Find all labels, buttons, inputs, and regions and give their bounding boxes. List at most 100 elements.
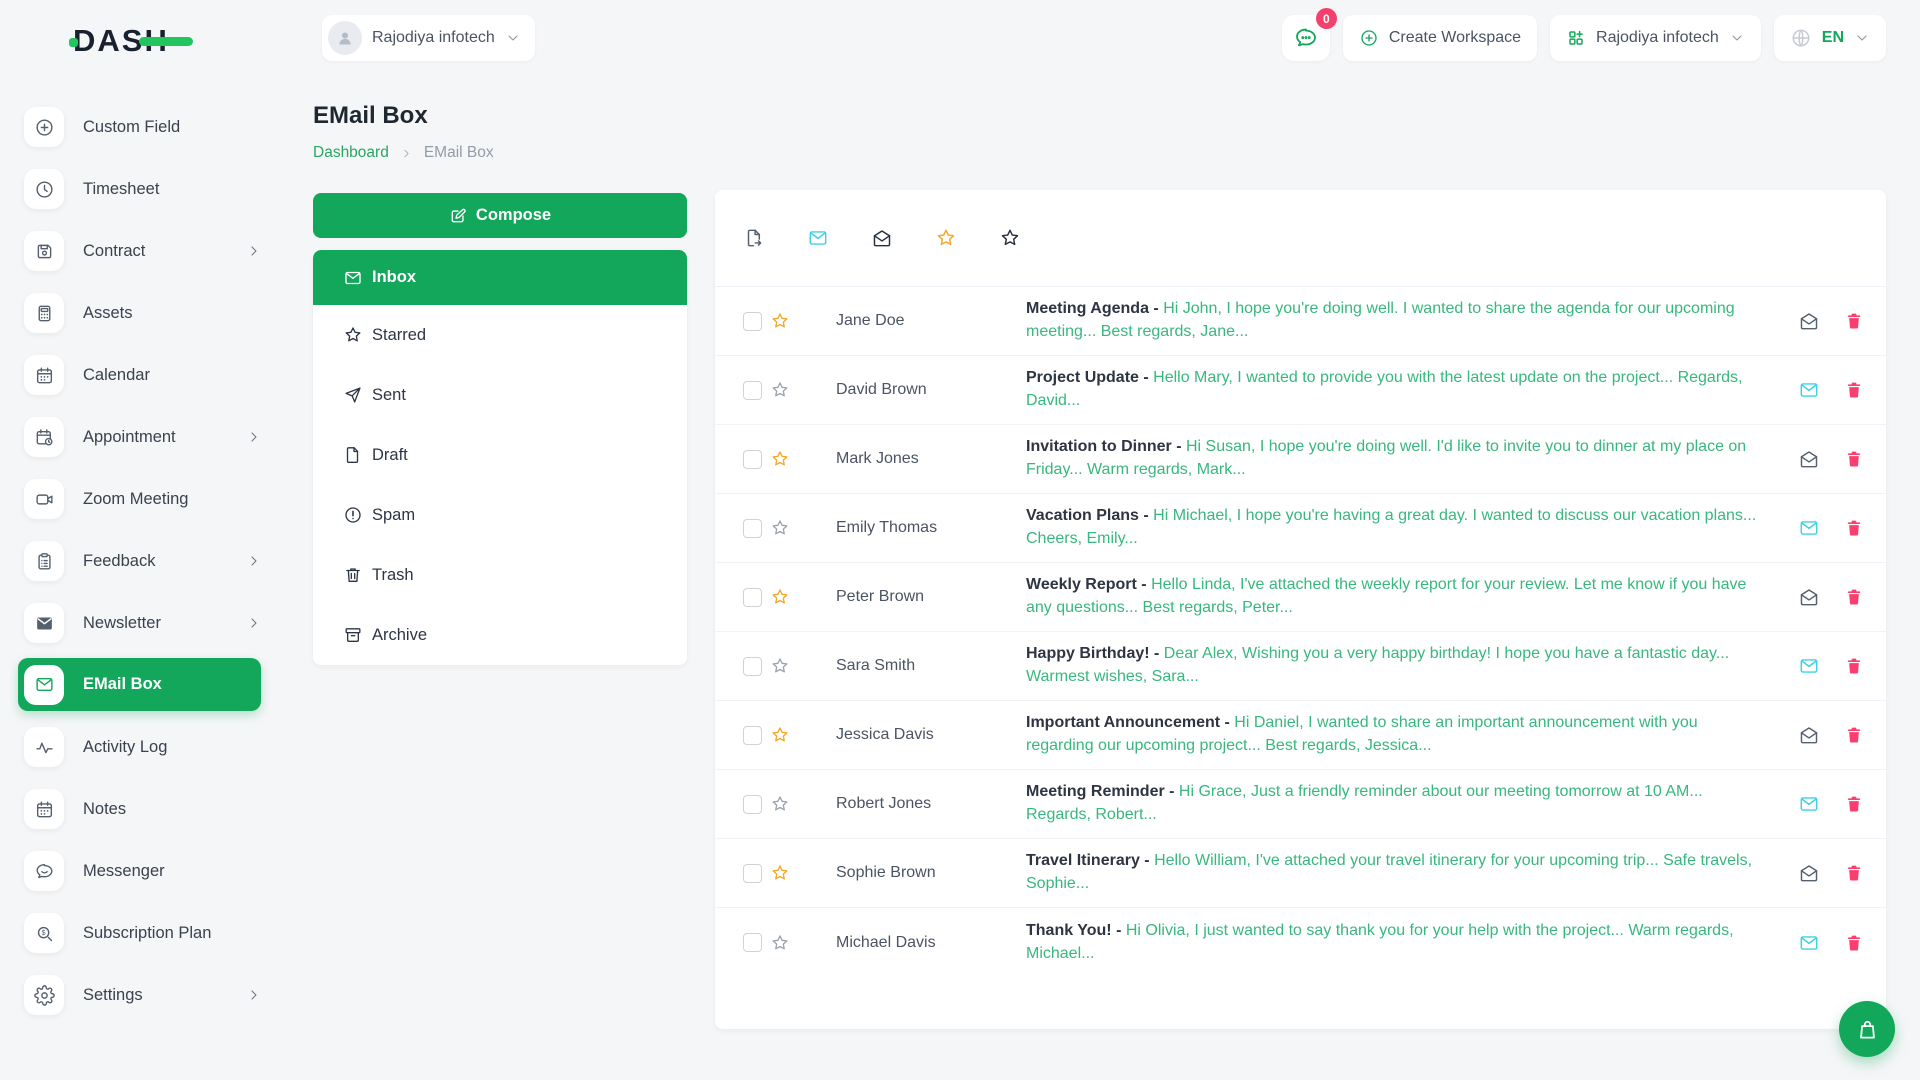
sidebar-item-notes[interactable]: Notes — [24, 788, 267, 830]
star-icon[interactable] — [770, 725, 790, 745]
sidebar-item-label: Messenger — [83, 861, 165, 880]
logo-accent-bar — [138, 37, 193, 46]
sidebar-item-feedback[interactable]: Feedback — [24, 540, 267, 582]
save-icon — [34, 241, 55, 262]
breadcrumb-dashboard-link[interactable]: Dashboard — [313, 144, 389, 162]
email-preview: Hi Olivia, I just wanted to say thank yo… — [1026, 921, 1734, 962]
messages-button[interactable]: 0 — [1281, 8, 1337, 61]
trash-icon[interactable] — [1844, 794, 1864, 814]
sidebar-item-email-box[interactable]: EMail Box — [18, 658, 261, 711]
star-icon[interactable] — [770, 449, 790, 469]
star-icon[interactable] — [770, 311, 790, 331]
star-icon[interactable] — [770, 380, 790, 400]
create-workspace-button[interactable]: Create Workspace — [1342, 15, 1538, 61]
star-icon[interactable] — [770, 587, 790, 607]
activity-icon — [34, 737, 55, 758]
email-checkbox[interactable] — [743, 725, 762, 745]
create-workspace-label: Create Workspace — [1388, 29, 1522, 46]
sidebar-item-appointment[interactable]: Appointment — [24, 416, 267, 458]
file-export-icon[interactable] — [743, 227, 765, 249]
compose-button[interactable]: Compose — [313, 193, 687, 238]
file-icon — [343, 445, 363, 465]
trash-icon[interactable] — [1844, 863, 1864, 883]
trash-icon[interactable] — [1844, 449, 1864, 469]
breadcrumb-current: EMail Box — [423, 144, 494, 161]
email-row[interactable]: Mark Jones Invitation to Dinner - Hi Sus… — [715, 425, 1886, 494]
trash-icon[interactable] — [1844, 933, 1864, 953]
star-icon[interactable] — [770, 933, 790, 953]
mail-open-icon — [1798, 586, 1820, 608]
email-sender: David Brown — [836, 381, 927, 398]
email-subject: Invitation to Dinner - — [1026, 438, 1182, 456]
calendar-clock-icon — [34, 427, 55, 448]
sidebar-item-zoom-meeting[interactable]: Zoom Meeting — [24, 478, 267, 520]
star-icon[interactable] — [770, 656, 790, 676]
folder-inbox[interactable]: Inbox — [313, 250, 687, 305]
email-sender: Emily Thomas — [836, 519, 938, 536]
globe-icon — [1790, 27, 1812, 49]
workspace-selector[interactable]: Rajodiya infotech — [322, 15, 535, 61]
folder-archive[interactable]: Archive — [313, 605, 687, 665]
email-row[interactable]: David Brown Project Update - Hello Mary,… — [715, 356, 1886, 425]
sidebar-item-custom-field[interactable]: Custom Field — [24, 106, 267, 148]
folder-spam[interactable]: Spam — [313, 485, 687, 545]
star-icon[interactable] — [770, 518, 790, 538]
sidebar-item-settings[interactable]: Settings — [24, 974, 267, 1016]
email-checkbox[interactable] — [743, 380, 762, 400]
mail-icon[interactable] — [807, 227, 829, 249]
trash-icon[interactable] — [1844, 725, 1864, 745]
sidebar-item-messenger[interactable]: Messenger — [24, 850, 267, 892]
star-icon[interactable] — [935, 227, 957, 249]
language-selector[interactable]: EN — [1773, 15, 1886, 61]
language-code: EN — [1821, 29, 1844, 46]
email-checkbox[interactable] — [743, 311, 762, 331]
email-row[interactable]: Michael Davis Thank You! - Hi Olivia, I … — [715, 908, 1886, 977]
mail-open-icon — [1798, 310, 1820, 332]
email-checkbox[interactable] — [743, 656, 762, 676]
email-checkbox[interactable] — [743, 449, 762, 469]
clipboard-icon — [34, 551, 55, 572]
star-icon[interactable] — [999, 227, 1021, 249]
folder-sent[interactable]: Sent — [313, 365, 687, 425]
folder-label: Trash — [372, 565, 414, 584]
trash-icon[interactable] — [1844, 587, 1864, 607]
email-checkbox[interactable] — [743, 863, 762, 883]
sidebar-item-contract[interactable]: Contract — [24, 230, 267, 272]
sidebar-item-assets[interactable]: Assets — [24, 292, 267, 334]
star-icon[interactable] — [770, 863, 790, 883]
email-checkbox[interactable] — [743, 794, 762, 814]
email-row[interactable]: Peter Brown Weekly Report - Hello Linda,… — [715, 563, 1886, 632]
sidebar-item-subscription-plan[interactable]: $ Subscription Plan — [24, 912, 267, 954]
email-row[interactable]: Jessica Davis Important Announcement - H… — [715, 701, 1886, 770]
sidebar-item-newsletter[interactable]: Newsletter — [24, 602, 267, 644]
email-checkbox[interactable] — [743, 518, 762, 538]
sidebar-item-activity-log[interactable]: Activity Log — [24, 726, 267, 768]
email-body-text: Weekly Report - Hello Linda, I've attach… — [1026, 574, 1798, 619]
folder-starred[interactable]: Starred — [313, 305, 687, 365]
floating-cart-button[interactable] — [1839, 1001, 1895, 1057]
folder-label: Inbox — [372, 268, 416, 286]
email-checkbox[interactable] — [743, 933, 762, 952]
trash-icon[interactable] — [1844, 518, 1864, 538]
email-row[interactable]: Robert Jones Meeting Reminder - Hi Grace… — [715, 770, 1886, 839]
sidebar-item-timesheet[interactable]: Timesheet — [24, 168, 267, 210]
trash-icon[interactable] — [1844, 311, 1864, 331]
email-row[interactable]: Emily Thomas Vacation Plans - Hi Michael… — [715, 494, 1886, 563]
brand-logo[interactable]: DASH — [69, 22, 193, 60]
logo-accent-dot — [69, 38, 78, 47]
trash-icon[interactable] — [1844, 656, 1864, 676]
mail-open-icon[interactable] — [871, 227, 893, 249]
email-row[interactable]: Sara Smith Happy Birthday! - Dear Alex, … — [715, 632, 1886, 701]
email-row-actions — [1798, 932, 1864, 954]
star-icon[interactable] — [770, 794, 790, 814]
company-selector[interactable]: Rajodiya infotech — [1550, 15, 1761, 61]
sidebar-item-calendar[interactable]: Calendar — [24, 354, 267, 396]
trash-icon[interactable] — [1844, 380, 1864, 400]
mail-icon — [343, 268, 363, 288]
folder-draft[interactable]: Draft — [313, 425, 687, 485]
email-row[interactable]: Jane Doe Meeting Agenda - Hi John, I hop… — [715, 287, 1886, 356]
email-row[interactable]: Sophie Brown Travel Itinerary - Hello Wi… — [715, 839, 1886, 908]
sidebar-item-label: Appointment — [83, 427, 176, 446]
email-checkbox[interactable] — [743, 587, 762, 607]
folder-trash[interactable]: Trash — [313, 545, 687, 605]
